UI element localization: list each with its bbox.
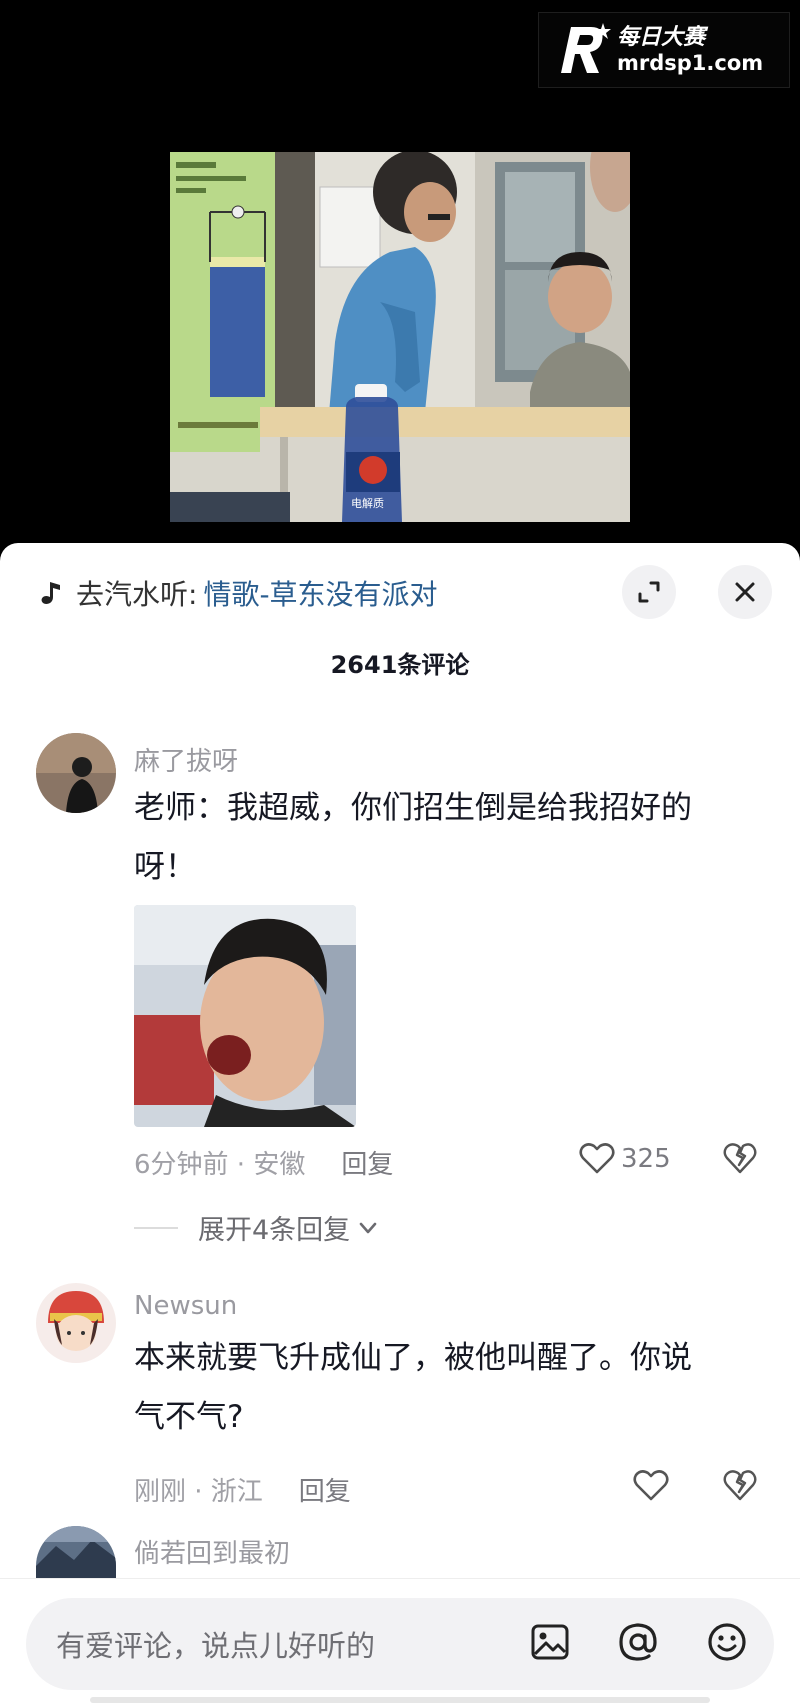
home-indicator [90,1697,710,1703]
expand-sheet-button[interactable] [622,565,676,619]
bottle-label: 电解质 [351,496,384,510]
comment-input-bar: 有爱评论，说点儿好听的 [0,1578,800,1704]
close-icon [735,582,755,602]
avatar[interactable] [36,1526,116,1578]
classroom-scene: 电解质 [170,152,630,522]
comment-text: 老师：我超威，你们招生倒是给我招好的 呀！ [134,779,754,897]
comment-username[interactable]: Newsun [134,1291,237,1321]
comment-sheet: 去汽水听: 情歌-草东没有派对 2641条评论 麻了拔呀 老师：我超威，你们招生… [0,543,800,1704]
music-prefix: 去汽水听: [76,578,198,611]
comment-meta: 6分钟前 · 安徽 回复 [134,1144,393,1181]
comment-text-line: 气不气? [134,1399,244,1435]
comment-text-line: 本来就要飞升成仙了，被他叫醒了。你说 [134,1340,692,1376]
watermark-url: mrdsp1.com [617,50,764,75]
comment-meta: 刚刚 · 浙江 回复 [134,1471,351,1508]
heart-outline-icon[interactable] [632,1468,670,1502]
comment-text-line: 老师：我超威，你们招生倒是给我招好的 [134,790,692,826]
comment-count: 2641条评论 [330,651,470,679]
divider-line [134,1226,178,1229]
music-title[interactable]: 情歌-草东没有派对 [203,573,437,613]
chevron-down-icon [359,1222,377,1233]
avatar[interactable] [36,733,116,813]
reply-button[interactable]: 回复 [299,1471,351,1508]
comment-input[interactable]: 有爱评论，说点儿好听的 [26,1598,774,1690]
reply-button[interactable]: 回复 [341,1144,393,1181]
broken-heart-icon[interactable] [722,1468,758,1502]
emoji-icon[interactable] [706,1621,748,1663]
avatar[interactable] [36,1283,116,1363]
comment-username[interactable]: 倘若回到最初 [134,1533,290,1570]
comment-time-location: 刚刚 · 浙江 [134,1477,263,1507]
comment-sticker-image[interactable] [134,905,356,1127]
close-button[interactable] [718,565,772,619]
image-icon[interactable] [530,1623,570,1661]
comment-username[interactable]: 麻了拔呀 [134,741,238,778]
broken-heart-icon[interactable] [722,1141,758,1175]
video-frame[interactable]: 电解质 [170,152,630,522]
music-link[interactable]: 去汽水听: 情歌-草东没有派对 [36,573,438,613]
like-count: 325 [621,1144,671,1174]
watermark-name: 每日大赛 [617,25,706,51]
heart-outline-icon[interactable] [578,1141,616,1175]
comment-input-placeholder: 有爱评论，说点儿好听的 [56,1629,376,1663]
comment-text: 本来就要飞升成仙了，被他叫醒了。你说 气不气? [134,1329,754,1447]
at-icon[interactable] [617,1621,659,1663]
video-player[interactable]: 每日大赛 mrdsp1.com 电解质 [0,0,800,545]
comment-time-location: 6分钟前 · 安徽 [134,1150,306,1180]
comment-text-line: 呀！ [134,849,196,885]
expand-replies-button[interactable]: 展开4条回复 [134,1208,380,1247]
expand-replies-label: 展开4条回复 [198,1215,351,1246]
music-note-icon [41,582,60,604]
brand-logo-icon [561,23,611,73]
expand-icon [638,581,660,603]
watermark: 每日大赛 mrdsp1.com [538,12,790,88]
